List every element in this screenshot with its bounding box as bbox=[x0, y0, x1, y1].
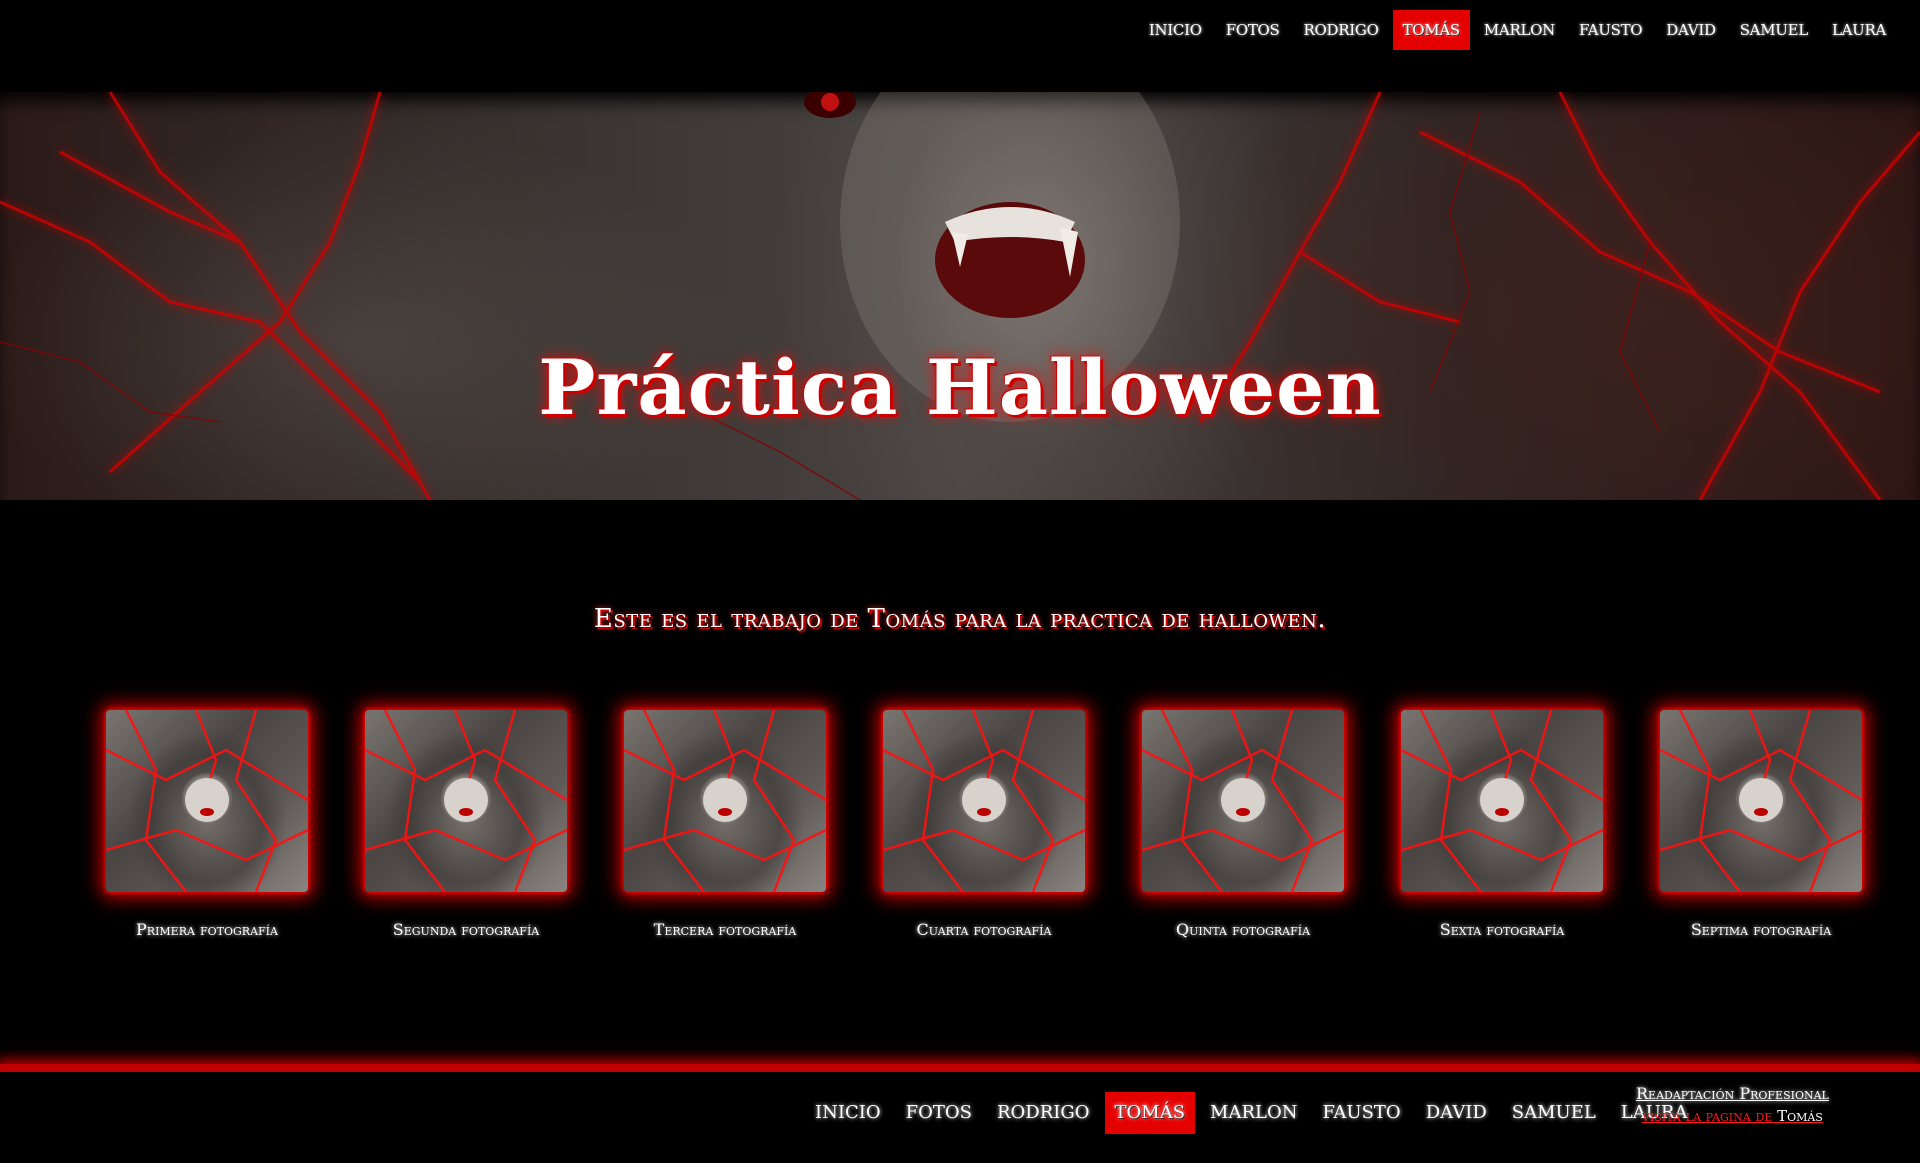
gallery-caption: Septima fotografía bbox=[1690, 920, 1832, 939]
footer-nav-marlon[interactable]: MARLON bbox=[1200, 1092, 1307, 1134]
top-header: INICIO FOTOS RODRIGO TOMÁS MARLON FAUSTO… bbox=[0, 0, 1920, 92]
gallery-caption: Sexta fotografía bbox=[1439, 920, 1565, 939]
intro-text: Este es el trabajo de Tomás para la prac… bbox=[593, 604, 1327, 634]
footer-nav-rodrigo[interactable]: RODRIGO bbox=[987, 1092, 1100, 1134]
gallery-card: Sexta fotografía bbox=[1401, 710, 1603, 939]
credit-title: Readaptación Profesional bbox=[1636, 1084, 1829, 1103]
gallery-caption: Tercera fotografía bbox=[653, 920, 797, 939]
footer-nav-tomas[interactable]: TOMÁS bbox=[1104, 1092, 1196, 1134]
top-nav-samuel[interactable]: SAMUEL bbox=[1730, 10, 1818, 50]
gallery-card: Septima fotografía bbox=[1660, 710, 1862, 939]
footer-credit: Readaptación Profesional visita la pagin… bbox=[1636, 1084, 1829, 1125]
top-nav-laura[interactable]: LAURA bbox=[1822, 10, 1896, 50]
footer-nav: INICIO FOTOS RODRIGO TOMÁS MARLON FAUSTO… bbox=[805, 1092, 1702, 1134]
gallery-photo-2[interactable] bbox=[365, 710, 567, 892]
footer: INICIO FOTOS RODRIGO TOMÁS MARLON FAUSTO… bbox=[0, 1072, 1920, 1163]
top-nav-fotos[interactable]: FOTOS bbox=[1216, 10, 1290, 50]
top-nav-tomas[interactable]: TOMÁS bbox=[1392, 10, 1470, 50]
top-nav-rodrigo[interactable]: RODRIGO bbox=[1294, 10, 1389, 50]
gallery-caption: Segunda fotografía bbox=[392, 920, 540, 939]
top-nav-david[interactable]: DAVID bbox=[1656, 10, 1725, 50]
footer-nav-david[interactable]: DAVID bbox=[1416, 1092, 1497, 1134]
gallery-photo-3[interactable] bbox=[624, 710, 826, 892]
gallery-card: Cuarta fotografía bbox=[883, 710, 1085, 939]
gallery-photo-1[interactable] bbox=[106, 710, 308, 892]
hero-background-image bbox=[0, 92, 1920, 500]
gallery-caption: Cuarta fotografía bbox=[916, 920, 1052, 939]
credit-link[interactable]: visita la pagina de Tomás bbox=[1636, 1107, 1829, 1125]
gallery-card: Primera fotografía bbox=[106, 710, 308, 939]
footer-nav-inicio[interactable]: INICIO bbox=[805, 1092, 891, 1134]
gallery-photo-4[interactable] bbox=[883, 710, 1085, 892]
gallery-photo-5[interactable] bbox=[1142, 710, 1344, 892]
footer-nav-samuel[interactable]: SAMUEL bbox=[1502, 1092, 1606, 1134]
gallery-photo-6[interactable] bbox=[1401, 710, 1603, 892]
hero-banner: Práctica Halloween bbox=[0, 92, 1920, 500]
gallery-caption: Primera fotografía bbox=[136, 920, 278, 939]
top-nav-marlon[interactable]: MARLON bbox=[1474, 10, 1565, 50]
top-nav-inicio[interactable]: INICIO bbox=[1139, 10, 1212, 50]
footer-divider bbox=[0, 1064, 1920, 1072]
credit-link-prefix: visita la pagina de bbox=[1642, 1107, 1778, 1125]
gallery-card: Segunda fotografía bbox=[365, 710, 567, 939]
top-nav-fausto[interactable]: FAUSTO bbox=[1569, 10, 1652, 50]
gallery-card: Tercera fotografía bbox=[624, 710, 826, 939]
credit-link-name: Tomás bbox=[1777, 1107, 1823, 1125]
page-title: Práctica Halloween bbox=[538, 342, 1382, 432]
footer-nav-fotos[interactable]: FOTOS bbox=[896, 1092, 982, 1134]
gallery-card: Quinta fotografía bbox=[1142, 710, 1344, 939]
top-nav: INICIO FOTOS RODRIGO TOMÁS MARLON FAUSTO… bbox=[1135, 10, 1896, 50]
footer-nav-fausto[interactable]: FAUSTO bbox=[1313, 1092, 1411, 1134]
photo-gallery: Primera fotografía Segunda fotografía Te… bbox=[106, 710, 1862, 939]
gallery-caption: Quinta fotografía bbox=[1175, 920, 1311, 939]
gallery-photo-7[interactable] bbox=[1660, 710, 1862, 892]
